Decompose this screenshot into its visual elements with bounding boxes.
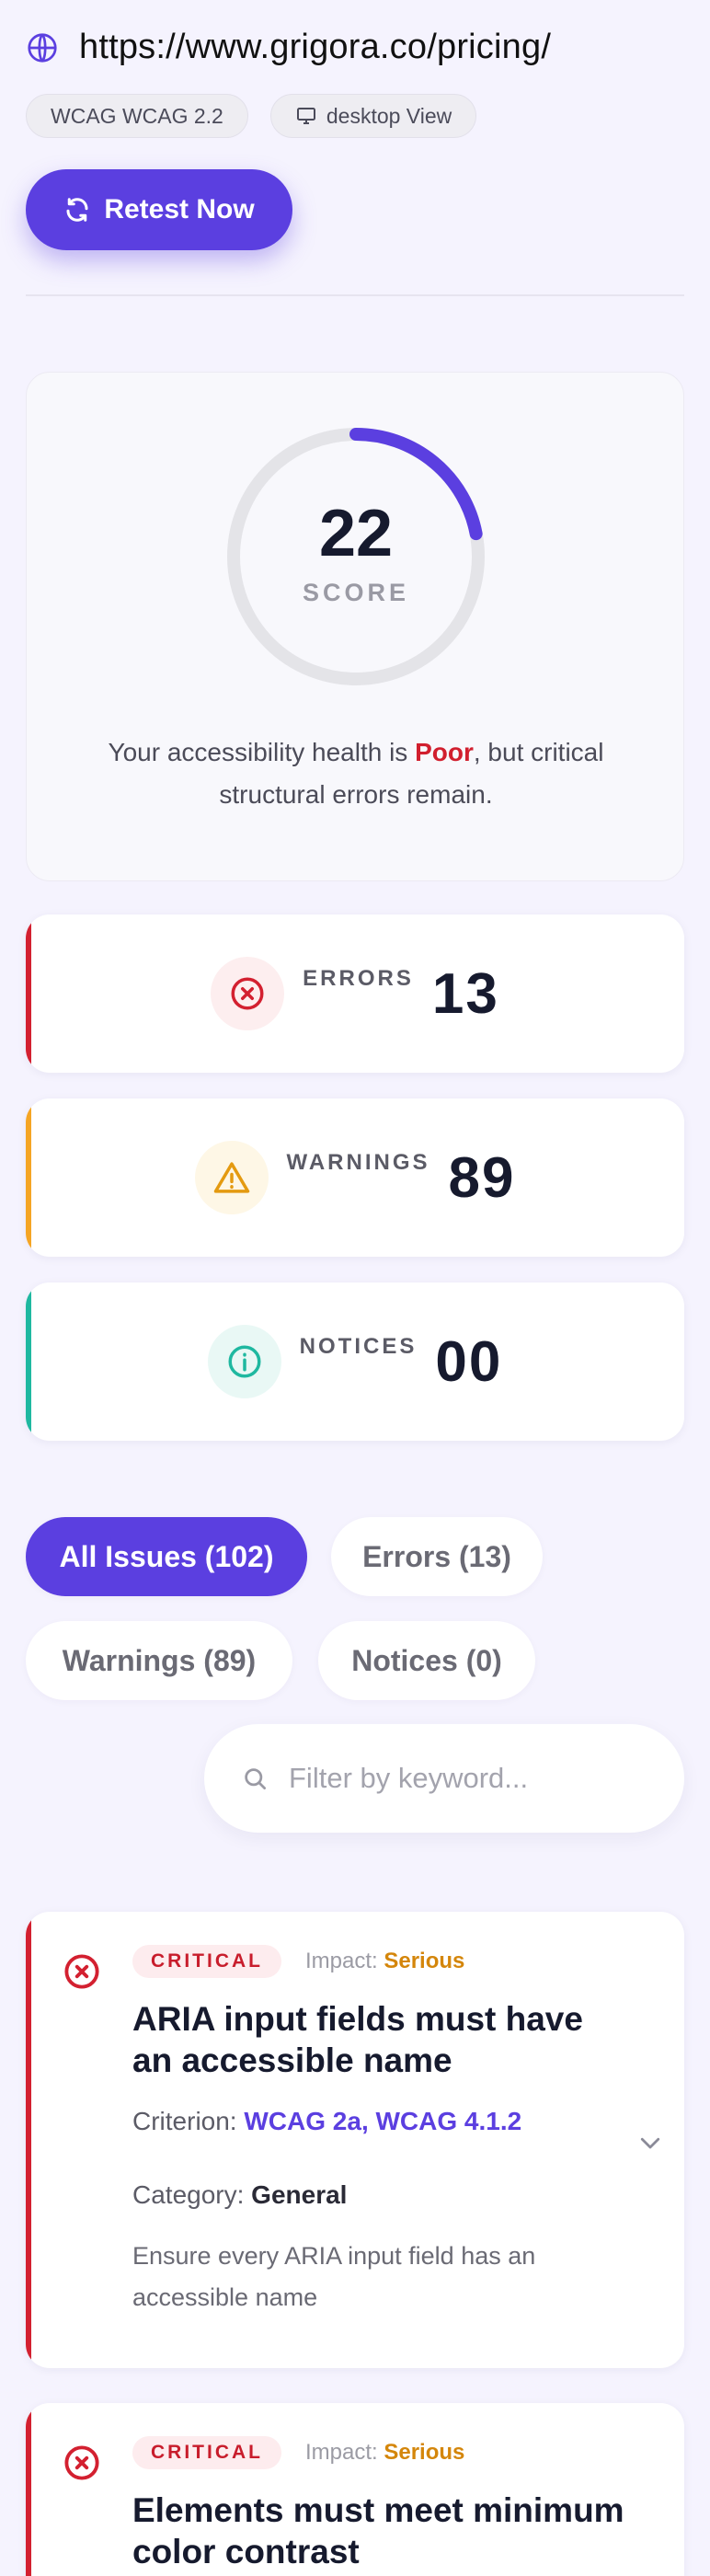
impact-value: Serious [384,2440,465,2465]
stat-label: WARNINGS [286,1150,430,1175]
category-value: General [251,2180,348,2209]
chevron-down-icon[interactable] [636,2129,664,2156]
criterion-link[interactable]: WCAG 2a, WCAG 4.1.2 [244,2107,521,2135]
filter-warnings[interactable]: Warnings (89) [26,1621,292,1700]
critical-error-icon [64,2445,99,2480]
impact-text: Impact: Serious [305,1949,464,1974]
error-icon-wrap [211,957,285,1030]
page-url[interactable]: https://www.grigora.co/pricing/ [79,28,551,67]
divider [26,294,684,296]
health-prefix: Your accessibility health is [108,738,416,766]
criterion-row: Criterion: WCAG 2a, WCAG 4.1.2 [132,2107,629,2136]
stat-value: 13 [431,961,499,1026]
category-row: Category: General [132,2180,629,2210]
view-mode-pill: desktop View [269,94,477,138]
keyword-search-input[interactable] [289,1762,638,1795]
critical-error-icon [64,1954,99,1989]
issue-card[interactable]: CRITICAL Impact: Serious Elements must m… [26,2403,684,2576]
issue-card[interactable]: CRITICAL Impact: Serious ARIA input fiel… [26,1912,684,2368]
impact-text: Impact: Serious [305,2440,464,2466]
pill-label: desktop View [326,103,452,128]
stat-value: 00 [435,1329,503,1394]
search-icon [245,1768,266,1789]
url-header: https://www.grigora.co/pricing/ [26,28,551,67]
severity-badge: CRITICAL [132,1945,281,1978]
errors-stat-card[interactable]: ERRORS 13 [26,914,684,1073]
issue-description: Ensure every ARIA input field has an acc… [132,2242,536,2311]
impact-value: Serious [384,1949,465,1973]
filter-notices[interactable]: Notices (0) [318,1621,535,1700]
health-summary: Your accessibility health is Poor, but c… [63,731,648,816]
score-value: 22 [318,497,394,570]
issue-title: Elements must meet minimum color contras… [132,2491,624,2570]
stat-label: NOTICES [299,1334,418,1359]
info-icon-wrap [207,1325,281,1398]
globe-icon [28,32,57,63]
score-card: 22 SCORE Your accessibility health is Po… [26,372,684,881]
info-icon [228,1345,261,1378]
stat-value: 89 [448,1145,516,1210]
health-rating: Poor [415,738,474,766]
issue-body: CRITICAL Impact: Serious Elements must m… [132,2436,629,2572]
retest-label: Retest Now [104,194,255,224]
notices-stat-card[interactable]: NOTICES 00 [26,1282,684,1441]
severity-bar [26,1912,31,2368]
pill-label: WCAG WCAG 2.2 [51,103,223,128]
severity-bar [26,2403,31,2576]
keyword-filter[interactable] [204,1724,684,1833]
error-icon [231,977,264,1010]
stat-label: ERRORS [303,966,414,991]
category-label: Category: [132,2180,252,2209]
filter-errors[interactable]: Errors (13) [331,1517,543,1596]
impact-label: Impact: [305,2440,384,2465]
monitor-icon [296,108,315,124]
warning-icon [213,1162,249,1193]
impact-label: Impact: [305,1949,384,1973]
warning-icon-wrap [194,1141,269,1214]
score-label: SCORE [302,579,410,606]
wcag-version-pill: WCAG WCAG 2.2 [26,94,248,138]
severity-badge: CRITICAL [132,2436,281,2469]
criterion-label: Criterion: [132,2107,245,2135]
filter-all-issues[interactable]: All Issues (102) [26,1517,307,1596]
refresh-icon [66,198,88,222]
retest-button[interactable]: Retest Now [26,169,292,250]
issue-title: ARIA input fields must have an accessibl… [132,2000,583,2079]
warnings-stat-card[interactable]: WARNINGS 89 [26,1098,684,1257]
issue-body: CRITICAL Impact: Serious ARIA input fiel… [132,1945,629,2318]
scan-settings: WCAG WCAG 2.2 desktop View [26,94,477,138]
